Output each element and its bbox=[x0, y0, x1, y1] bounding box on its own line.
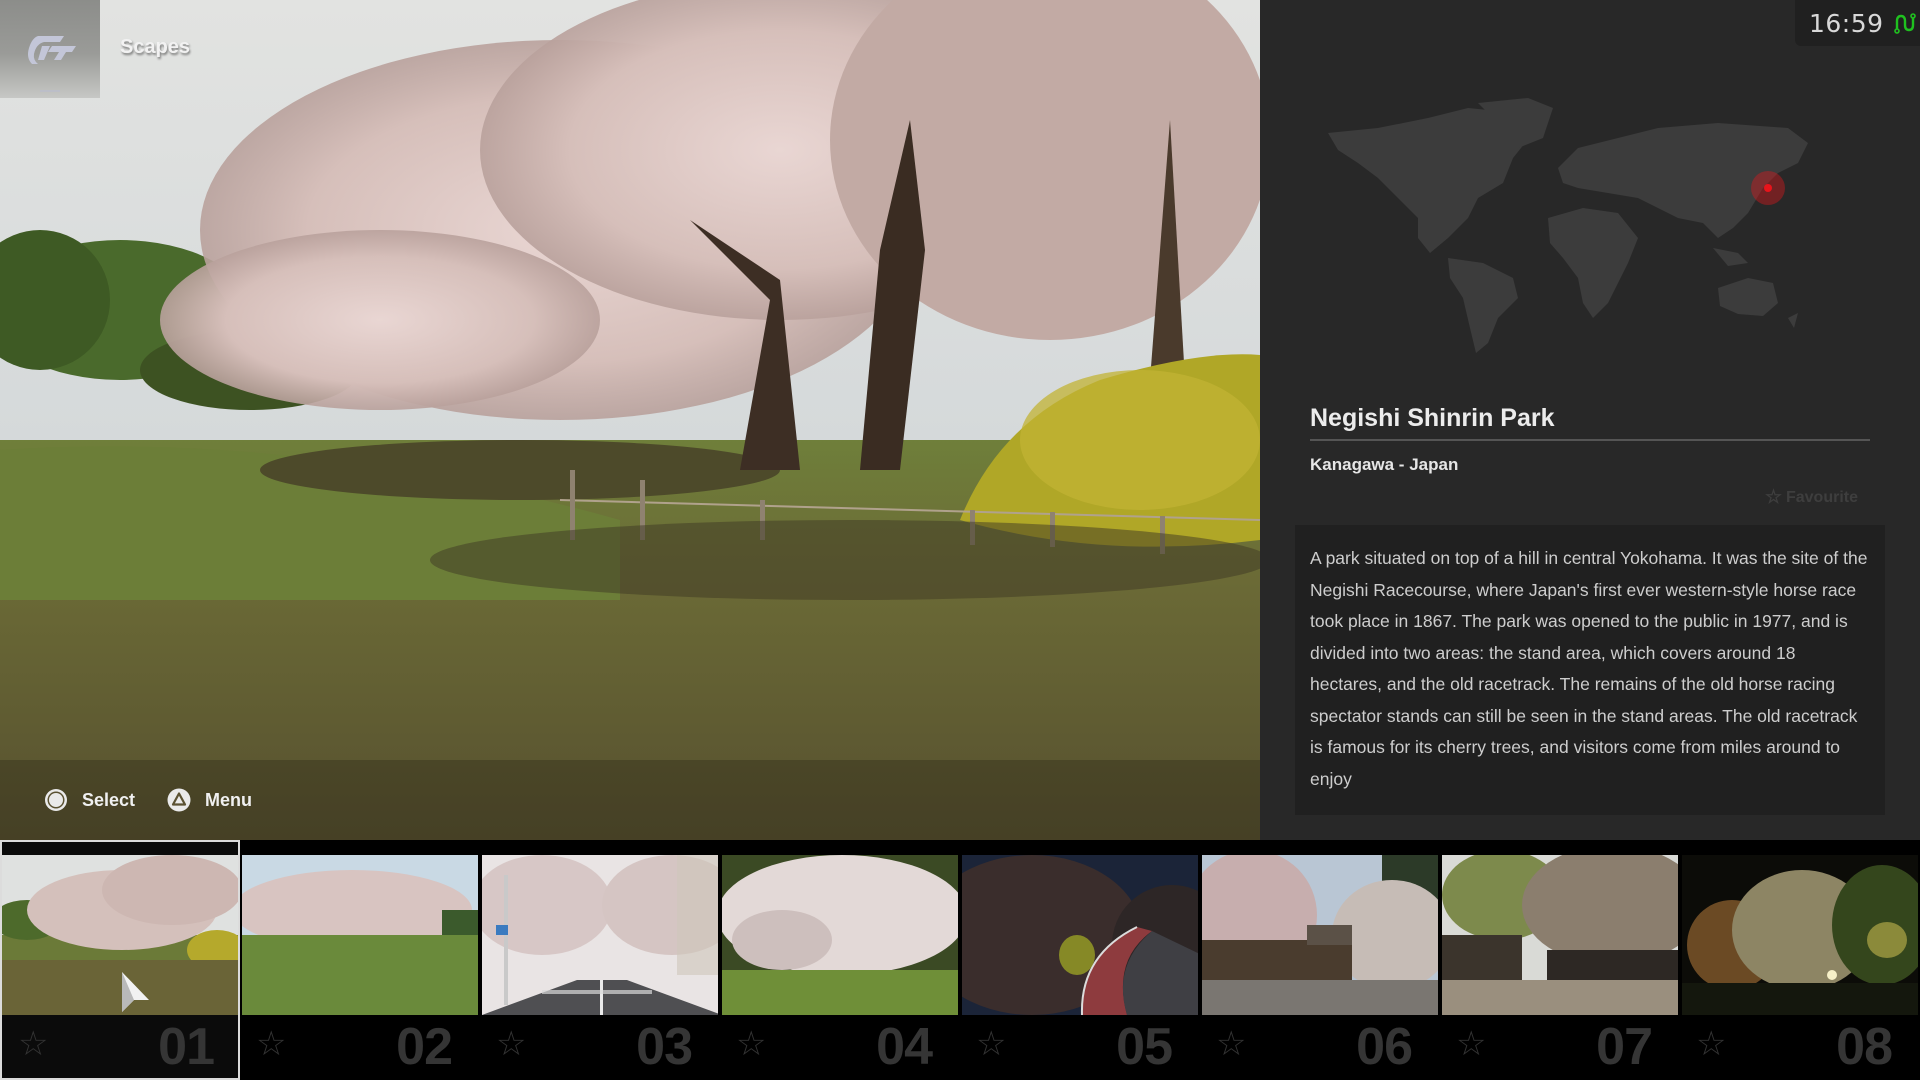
north-america bbox=[1328, 108, 1533, 253]
thumbnail-number: 03 bbox=[636, 1018, 693, 1076]
description-box[interactable]: A park situated on top of a hill in cent… bbox=[1295, 525, 1885, 815]
circle-button-icon bbox=[45, 789, 67, 811]
select-label: Select bbox=[82, 789, 136, 810]
thumbnail-number: 05 bbox=[1116, 1018, 1173, 1076]
gt-logo[interactable] bbox=[0, 0, 100, 98]
thumbnail-number: 02 bbox=[396, 1018, 453, 1076]
scape-photo bbox=[0, 0, 1260, 840]
location-description: A park situated on top of a hill in cent… bbox=[1310, 548, 1868, 789]
star-outline-icon[interactable]: ☆ bbox=[256, 1027, 286, 1061]
thumbnail-tile[interactable]: ☆ 06 bbox=[1200, 840, 1440, 1080]
star-outline-icon[interactable]: ☆ bbox=[736, 1027, 766, 1061]
network-connected-icon bbox=[1893, 13, 1916, 34]
star-outline-icon[interactable]: ☆ bbox=[976, 1027, 1006, 1061]
thumbnail-image bbox=[1682, 855, 1918, 1015]
thumbnail-tile[interactable]: ☆ 04 bbox=[720, 840, 960, 1080]
clock-time: 16:59 bbox=[1809, 8, 1884, 38]
thumbnail-tile[interactable]: ☆ 03 bbox=[480, 840, 720, 1080]
thumbnail-image bbox=[962, 855, 1198, 1015]
thumbnail-tile[interactable]: ☆ 07 bbox=[1440, 840, 1680, 1080]
favourite-button[interactable]: ☆ Favourite bbox=[1765, 486, 1858, 509]
africa bbox=[1548, 208, 1638, 318]
gt-logo-icon bbox=[28, 36, 76, 64]
thumbnail-number: 08 bbox=[1836, 1018, 1893, 1076]
thumbnail-footer: ☆ 07 bbox=[1440, 1015, 1680, 1080]
select-prompt[interactable]: Select bbox=[44, 786, 135, 814]
thumbnail-number: 04 bbox=[876, 1018, 933, 1076]
thumbnail-footer: ☆ 03 bbox=[480, 1015, 720, 1080]
star-outline-icon[interactable]: ☆ bbox=[496, 1027, 526, 1061]
location-marker bbox=[1764, 184, 1772, 192]
menu-prompt[interactable]: Menu bbox=[167, 786, 252, 814]
star-outline-icon[interactable]: ☆ bbox=[1696, 1027, 1726, 1061]
status-clock: 16:59 bbox=[1795, 0, 1920, 46]
thumbnail-tile[interactable]: ☆ 05 bbox=[960, 840, 1200, 1080]
thumbnail-tile[interactable]: ☆ 01 bbox=[0, 840, 240, 1080]
location-info-panel: 16:59 Negishi Shinrin Park Kanagawa - Ja bbox=[1260, 0, 1920, 840]
new-zealand bbox=[1788, 313, 1798, 328]
thumbnail-number: 07 bbox=[1596, 1018, 1653, 1076]
thumbnail-image bbox=[1202, 855, 1438, 1015]
menu-label: Menu bbox=[205, 789, 252, 810]
thumbnail-footer: ☆ 04 bbox=[720, 1015, 960, 1080]
pointer-cursor-icon bbox=[122, 972, 149, 1012]
thumbnail-tile[interactable]: ☆ 02 bbox=[240, 840, 480, 1080]
app-title: Scapes bbox=[120, 36, 191, 58]
star-outline-icon[interactable]: ☆ bbox=[1456, 1027, 1486, 1061]
star-outline-icon[interactable]: ☆ bbox=[1216, 1027, 1246, 1061]
thumbnail-image bbox=[242, 855, 478, 1015]
thumbnail-footer: ☆ 01 bbox=[2, 1015, 242, 1080]
favourite-label: Favourite bbox=[1785, 488, 1858, 506]
thumbnail-footer: ☆ 05 bbox=[960, 1015, 1200, 1080]
south-america bbox=[1448, 258, 1518, 353]
star-outline-icon[interactable]: ☆ bbox=[18, 1027, 48, 1061]
triangle-button-icon bbox=[167, 788, 191, 812]
scape-thumbnail-strip: ☆ 01 ☆ 02 ☆ 03 ☆ 04 ☆ 05 ☆ 06 ☆ 07 ☆ 08 bbox=[0, 840, 1920, 1080]
thumbnail-footer: ☆ 06 bbox=[1200, 1015, 1440, 1080]
thumbnail-image bbox=[722, 855, 958, 1015]
location-subtitle: Kanagawa - Japan bbox=[1310, 455, 1459, 474]
thumbnail-image bbox=[482, 855, 718, 1015]
thumbnail-number: 01 bbox=[158, 1018, 215, 1076]
cherry-blossom-scene bbox=[0, 0, 1260, 840]
world-map bbox=[1328, 98, 1808, 353]
australia bbox=[1718, 278, 1778, 316]
thumbnail-footer: ☆ 08 bbox=[1680, 1015, 1920, 1080]
thumbnail-tile[interactable]: ☆ 08 bbox=[1680, 840, 1920, 1080]
indonesia bbox=[1713, 248, 1748, 266]
logo-underline bbox=[40, 90, 60, 92]
thumbnail-image bbox=[1442, 855, 1678, 1015]
title-divider bbox=[1310, 439, 1870, 441]
thumbnail-footer: ☆ 02 bbox=[240, 1015, 480, 1080]
thumbnail-number: 06 bbox=[1356, 1018, 1413, 1076]
star-outline-icon: ☆ bbox=[1764, 487, 1782, 508]
location-title: Negishi Shinrin Park bbox=[1310, 404, 1555, 432]
